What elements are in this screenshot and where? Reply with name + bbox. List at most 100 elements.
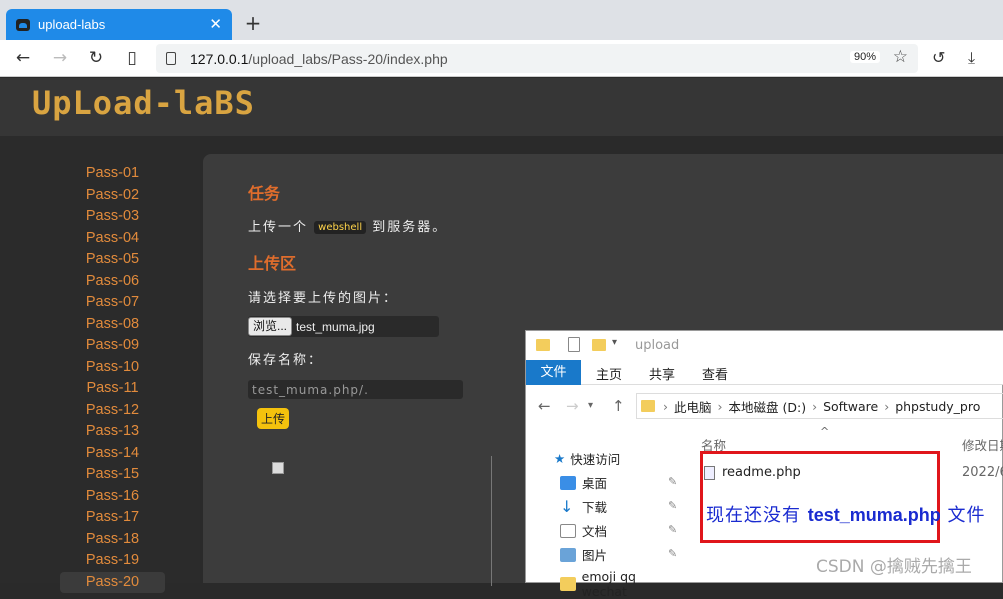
- sidebar-item-pass[interactable]: Pass-17: [60, 507, 165, 529]
- annotation-message: 现在还没有 test_muma.php 文件: [706, 505, 986, 526]
- pin-icon: ✎: [668, 475, 678, 488]
- upload-heading: 上传区: [248, 254, 297, 273]
- new-folder-icon[interactable]: [592, 339, 606, 351]
- pass-list: Pass-01 Pass-02 Pass-03 Pass-04 Pass-05 Pass-…: [60, 163, 165, 593]
- pin-icon: ✎: [668, 547, 678, 560]
- sidebar-item-pass[interactable]: Pass-11: [60, 378, 165, 400]
- pin-icon: ✎: [668, 499, 678, 512]
- page-info-icon[interactable]: [166, 52, 176, 65]
- url-text: 127.0.0.1/upload_labs/Pass-20/index.php: [190, 50, 448, 67]
- breadcrumb-item[interactable]: 此电脑: [674, 397, 712, 416]
- save-name-label: 保存名称：: [248, 353, 324, 368]
- tab-title: upload-labs: [38, 17, 106, 32]
- download-icon: ↓: [560, 496, 574, 516]
- zoom-level[interactable]: 90%: [849, 51, 880, 63]
- site-logo: UpLoad-laBS: [32, 84, 255, 122]
- pictures-icon: [560, 547, 576, 562]
- breadcrumb-item[interactable]: 本地磁盘 (D:): [729, 397, 807, 416]
- task-heading: 任务: [248, 184, 281, 203]
- document-icon: [560, 523, 576, 538]
- ribbon-tab-file[interactable]: 文件: [526, 360, 581, 385]
- sidebar-item-pass[interactable]: Pass-13: [60, 421, 165, 443]
- page-header: UpLoad-laBS: [0, 78, 1003, 136]
- recent-dropdown-icon[interactable]: ▾: [588, 400, 593, 411]
- sort-arrow-icon: ^: [820, 425, 830, 438]
- watermark: CSDN @擒贼先擒王: [816, 557, 972, 577]
- sidebar-item-pass[interactable]: Pass-03: [60, 206, 165, 228]
- breadcrumb-item[interactable]: phpstudy_pro: [895, 399, 980, 414]
- save-name-input[interactable]: [248, 380, 463, 399]
- sidebar-item-pass[interactable]: Pass-08: [60, 314, 165, 336]
- sync-icon[interactable]: ↺: [932, 48, 945, 67]
- file-date: 2022/6: [962, 465, 1003, 480]
- file-input[interactable]: 浏览... test_muma.jpg: [248, 316, 439, 337]
- nav-item-pictures[interactable]: 图片: [560, 545, 607, 564]
- task-description: 上传一个 webshell 到服务器。: [248, 220, 448, 235]
- nav-item-downloads[interactable]: ↓ 下载: [560, 497, 607, 516]
- folder-icon: [641, 400, 655, 412]
- sidebar-item-pass[interactable]: Pass-07: [60, 292, 165, 314]
- breadcrumb-item[interactable]: Software: [823, 399, 878, 414]
- sidebar-item-pass[interactable]: Pass-02: [60, 185, 165, 207]
- pin-icon: ✎: [668, 523, 678, 536]
- webshell-badge: webshell: [314, 221, 367, 234]
- nav-item-documents[interactable]: 文档: [560, 521, 607, 540]
- nav-item-quick-access[interactable]: ★ 快速访问: [554, 449, 620, 468]
- back-icon[interactable]: ←: [538, 397, 551, 415]
- close-tab-icon[interactable]: ✕: [209, 15, 222, 33]
- browser-tab[interactable]: upload-labs ✕: [6, 9, 232, 40]
- forward-icon[interactable]: →: [566, 397, 579, 415]
- nav-item-emoji-folder[interactable]: emoji qq wechat: [560, 569, 683, 599]
- sidebar-item-pass[interactable]: Pass-15: [60, 464, 165, 486]
- choose-label: 请选择要上传的图片：: [248, 291, 399, 306]
- reload-icon[interactable]: ↻: [85, 48, 107, 68]
- forward-icon[interactable]: →: [49, 48, 71, 68]
- browser-tab-bar: upload-labs ✕ +: [0, 0, 1003, 40]
- site-favicon-icon: [16, 18, 30, 31]
- properties-icon[interactable]: [568, 337, 580, 352]
- quick-access-dropdown-icon[interactable]: ▾: [612, 337, 617, 348]
- broken-image-icon: [272, 462, 284, 474]
- sidebar-item-pass[interactable]: Pass-18: [60, 529, 165, 551]
- sidebar-item-pass[interactable]: Pass-20: [60, 571, 165, 593]
- up-icon[interactable]: ↑: [612, 397, 625, 415]
- desktop-icon: [560, 475, 576, 490]
- explorer-title: upload: [635, 338, 680, 353]
- address-bar[interactable]: 127.0.0.1/upload_labs/Pass-20/index.php …: [156, 44, 918, 73]
- star-icon: ★: [554, 451, 566, 466]
- explorer-address-row: ← → ▾ ↑ › 此电脑 › 本地磁盘 (D:) › Software › phpst…: [526, 393, 1003, 419]
- explorer-ribbon: 文件 主页 共享 查看: [526, 360, 1003, 385]
- upload-button[interactable]: 上传: [257, 408, 290, 429]
- navigation-pane: ★ 快速访问 桌面 ↓ 下载 文档 图片 emoji qq wechat ✎ ✎ ✎…: [526, 443, 683, 599]
- file-explorer-window: ▾ upload 文件 主页 共享 查看 ← → ▾ ↑ › 此电脑 › 本地磁盘 …: [525, 330, 1003, 599]
- highlight-box: [700, 451, 940, 543]
- reader-view-icon[interactable]: ▯: [121, 48, 143, 68]
- sidebar-item-pass[interactable]: Pass-19: [60, 550, 165, 572]
- browse-button[interactable]: 浏览...: [248, 317, 293, 336]
- sidebar-item-pass[interactable]: Pass-10: [60, 357, 165, 379]
- ribbon-tab-share[interactable]: 共享: [649, 364, 675, 383]
- browser-toolbar: ← → ↻ ▯ 127.0.0.1/upload_labs/Pass-20/in…: [0, 40, 1003, 77]
- sidebar-item-pass[interactable]: Pass-14: [60, 443, 165, 465]
- sidebar: Pass-01 Pass-02 Pass-03 Pass-04 Pass-05 Pass-…: [0, 136, 200, 593]
- new-tab-icon[interactable]: +: [244, 11, 262, 35]
- ribbon-tab-home[interactable]: 主页: [596, 364, 622, 383]
- folder-icon: [560, 577, 576, 591]
- back-icon[interactable]: ←: [12, 48, 34, 68]
- ribbon-tab-view[interactable]: 查看: [702, 364, 728, 383]
- breadcrumb[interactable]: › 此电脑 › 本地磁盘 (D:) › Software › phpstudy_pro: [636, 393, 1003, 419]
- sidebar-item-pass[interactable]: Pass-04: [60, 228, 165, 250]
- column-header-date[interactable]: 修改日期: [962, 435, 1003, 454]
- sidebar-item-pass[interactable]: Pass-09: [60, 335, 165, 357]
- sidebar-item-pass[interactable]: Pass-05: [60, 249, 165, 271]
- folder-icon: [536, 339, 550, 351]
- uploaded-image-preview: [266, 456, 492, 586]
- sidebar-item-pass[interactable]: Pass-16: [60, 486, 165, 508]
- bookmark-star-icon[interactable]: ☆: [893, 47, 908, 67]
- nav-item-desktop[interactable]: 桌面: [560, 473, 607, 492]
- download-icon[interactable]: ⤓: [968, 48, 975, 68]
- sidebar-item-pass[interactable]: Pass-06: [60, 271, 165, 293]
- selected-file-name: test_muma.jpg: [296, 319, 375, 334]
- sidebar-item-pass[interactable]: Pass-01: [60, 163, 165, 185]
- sidebar-item-pass[interactable]: Pass-12: [60, 400, 165, 422]
